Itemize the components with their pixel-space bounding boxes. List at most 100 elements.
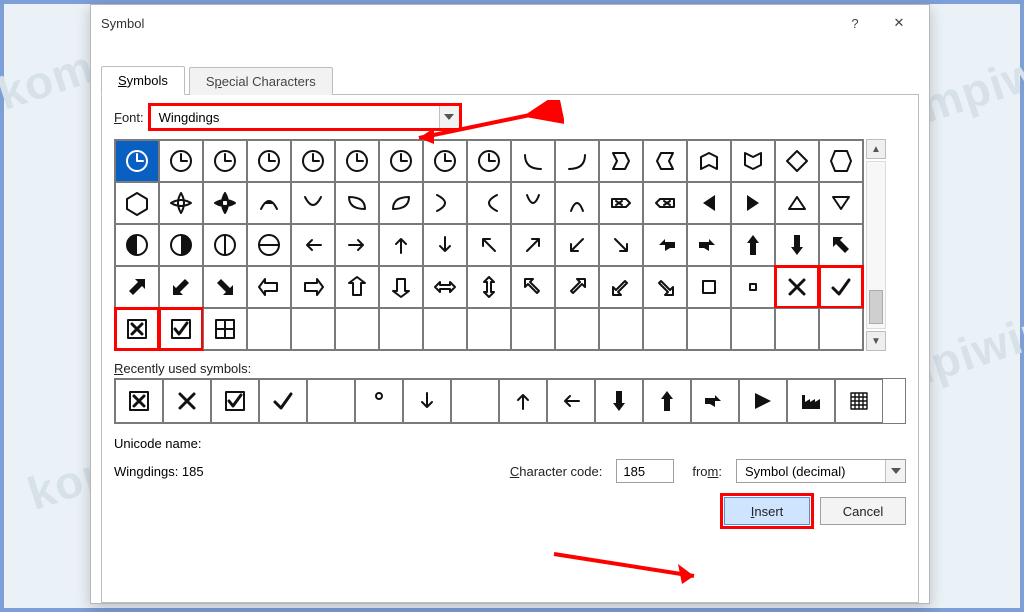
symbol-cell[interactable]: [511, 140, 555, 182]
symbol-cell[interactable]: [511, 224, 555, 266]
symbol-cell[interactable]: [159, 308, 203, 350]
recent-symbol-cell[interactable]: [691, 379, 739, 423]
cancel-button[interactable]: Cancel: [820, 497, 906, 525]
symbol-cell[interactable]: [379, 140, 423, 182]
symbol-cell[interactable]: [643, 266, 687, 308]
symbol-cell[interactable]: [115, 308, 159, 350]
symbol-cell[interactable]: [731, 266, 775, 308]
symbol-cell[interactable]: [423, 266, 467, 308]
symbol-cell[interactable]: [819, 182, 863, 224]
symbol-cell[interactable]: [335, 266, 379, 308]
recent-symbol-cell[interactable]: [115, 379, 163, 423]
symbol-cell[interactable]: [203, 308, 247, 350]
symbol-cell[interactable]: [731, 140, 775, 182]
symbol-cell[interactable]: [203, 140, 247, 182]
symbol-cell[interactable]: [203, 182, 247, 224]
symbol-cell[interactable]: [555, 140, 599, 182]
symbol-cell[interactable]: [687, 266, 731, 308]
symbol-cell[interactable]: [247, 182, 291, 224]
symbol-cell[interactable]: [115, 266, 159, 308]
symbol-cell[interactable]: [555, 182, 599, 224]
symbol-cell[interactable]: [687, 308, 731, 350]
recent-symbol-cell[interactable]: [499, 379, 547, 423]
symbol-cell[interactable]: [731, 182, 775, 224]
symbol-cell[interactable]: [467, 182, 511, 224]
symbol-cell[interactable]: [599, 224, 643, 266]
charcode-input[interactable]: 185: [616, 459, 674, 483]
symbol-cell[interactable]: [467, 266, 511, 308]
symbol-cell[interactable]: [819, 140, 863, 182]
tab-special-characters[interactable]: Special Characters: [189, 67, 333, 95]
symbol-cell[interactable]: [423, 308, 467, 350]
symbol-cell[interactable]: [687, 224, 731, 266]
symbol-cell[interactable]: [423, 182, 467, 224]
recent-symbol-cell[interactable]: [211, 379, 259, 423]
chevron-down-icon[interactable]: [439, 106, 459, 128]
symbol-cell[interactable]: [775, 308, 819, 350]
symbol-cell[interactable]: [643, 182, 687, 224]
chevron-down-icon[interactable]: [885, 460, 905, 482]
symbol-cell[interactable]: [423, 224, 467, 266]
symbol-cell[interactable]: [687, 182, 731, 224]
tab-symbols[interactable]: Symbols: [101, 66, 185, 95]
symbol-cell[interactable]: [467, 308, 511, 350]
symbol-cell[interactable]: [291, 182, 335, 224]
recent-symbol-cell[interactable]: [259, 379, 307, 423]
symbol-cell[interactable]: [599, 140, 643, 182]
symbol-cell[interactable]: [203, 224, 247, 266]
symbol-cell[interactable]: [511, 182, 555, 224]
symbol-cell[interactable]: [423, 140, 467, 182]
symbol-cell[interactable]: [335, 140, 379, 182]
recent-symbol-cell[interactable]: [163, 379, 211, 423]
recent-symbol-cell[interactable]: [739, 379, 787, 423]
symbol-cell[interactable]: [379, 182, 423, 224]
close-button[interactable]: ✕: [877, 9, 921, 37]
symbol-cell[interactable]: [159, 224, 203, 266]
symbol-cell[interactable]: [379, 308, 423, 350]
symbol-cell[interactable]: [599, 266, 643, 308]
symbol-cell[interactable]: [555, 266, 599, 308]
symbol-cell[interactable]: [291, 266, 335, 308]
symbol-cell[interactable]: [115, 182, 159, 224]
symbol-cell[interactable]: [335, 224, 379, 266]
symbol-cell[interactable]: [819, 266, 863, 308]
recent-symbol-cell[interactable]: [547, 379, 595, 423]
symbol-cell[interactable]: [511, 308, 555, 350]
insert-button[interactable]: Insert: [724, 497, 810, 525]
symbol-cell[interactable]: [775, 182, 819, 224]
recent-symbol-cell[interactable]: [451, 379, 499, 423]
symbol-cell[interactable]: [247, 308, 291, 350]
symbol-cell[interactable]: [291, 308, 335, 350]
symbol-cell[interactable]: [247, 140, 291, 182]
recent-symbol-cell[interactable]: [787, 379, 835, 423]
recent-symbol-cell[interactable]: [307, 379, 355, 423]
symbol-cell[interactable]: [555, 224, 599, 266]
symbol-cell[interactable]: [775, 140, 819, 182]
symbol-cell[interactable]: [555, 308, 599, 350]
symbol-cell[interactable]: [511, 266, 555, 308]
symbol-cell[interactable]: [731, 308, 775, 350]
help-button[interactable]: ?: [833, 9, 877, 37]
scroll-up-button[interactable]: ▲: [866, 139, 886, 159]
recent-symbol-cell[interactable]: [355, 379, 403, 423]
symbol-cell[interactable]: [159, 140, 203, 182]
symbol-cell[interactable]: [643, 224, 687, 266]
recent-symbol-cell[interactable]: [403, 379, 451, 423]
symbol-cell[interactable]: [291, 140, 335, 182]
recent-symbol-cell[interactable]: [643, 379, 691, 423]
symbol-cell[interactable]: [687, 140, 731, 182]
symbol-cell[interactable]: [643, 140, 687, 182]
symbol-cell[interactable]: [379, 224, 423, 266]
recent-symbol-cell[interactable]: [595, 379, 643, 423]
symbol-cell[interactable]: [643, 308, 687, 350]
symbol-cell[interactable]: [159, 266, 203, 308]
symbol-cell[interactable]: [247, 266, 291, 308]
font-select[interactable]: Wingdings: [150, 105, 460, 129]
symbol-cell[interactable]: [203, 266, 247, 308]
symbol-cell[interactable]: [819, 308, 863, 350]
symbol-cell[interactable]: [599, 182, 643, 224]
symbol-cell[interactable]: [115, 140, 159, 182]
symbol-cell[interactable]: [599, 308, 643, 350]
symbol-cell[interactable]: [819, 224, 863, 266]
recent-symbol-cell[interactable]: [835, 379, 883, 423]
